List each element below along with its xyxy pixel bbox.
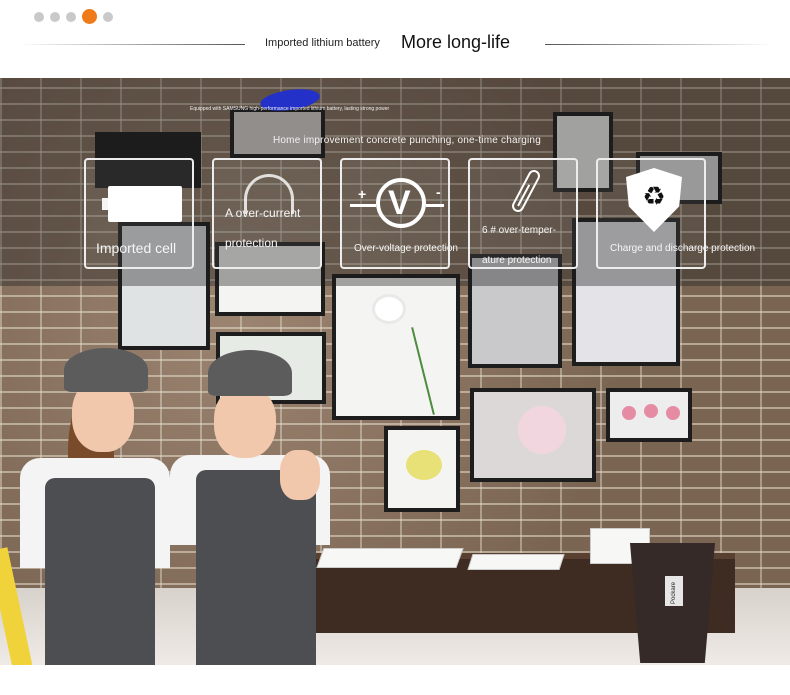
header-divider-left — [18, 44, 245, 45]
feature-label: Over-voltage protection — [354, 243, 458, 254]
feature-label: 6 # over-temper-ature protection — [482, 225, 556, 266]
header-divider-right — [545, 44, 773, 45]
pagination-dot-3[interactable] — [66, 11, 76, 22]
thermometer-icon — [509, 167, 543, 215]
battery-icon — [102, 186, 182, 222]
pagination-dot-1[interactable] — [34, 11, 44, 22]
pagination-dot-2[interactable] — [50, 11, 60, 22]
feature-card-charge-discharge: ♻ Charge and discharge protection — [596, 158, 755, 269]
feature-card-over-temperature: 6 # over-temper-ature protection — [468, 158, 578, 269]
pagination-dots — [34, 9, 113, 24]
feature-label: Charge and discharge protection — [610, 243, 756, 254]
bucket-label: Pockare — [665, 576, 683, 606]
recycle-shield-icon: ♻ — [626, 168, 682, 232]
section-title: More long-life — [401, 32, 511, 52]
pagination-dot-4-active[interactable] — [82, 9, 97, 24]
feature-label: Imported cell — [96, 240, 177, 256]
feature-card-imported-cell: Imported cell — [84, 158, 194, 269]
bucket-brand-text: Pockare — [671, 581, 677, 604]
picture-frame — [470, 388, 596, 482]
pagination-dot-5[interactable] — [103, 11, 113, 22]
worker-man — [160, 350, 420, 665]
product-banner-image: Equipped with SAMSUNG high-performance i… — [0, 78, 790, 665]
picture-frame — [606, 388, 692, 442]
section-subtitle: Imported lithium battery — [265, 37, 380, 49]
open-book — [467, 554, 565, 570]
feature-card-over-voltage: V + - Over-voltage protection — [340, 158, 458, 269]
small-tagline: Equipped with SAMSUNG high-performance i… — [190, 106, 390, 112]
feature-card-over-current: A over-current protection — [212, 158, 322, 269]
feature-label: A over-current protection — [225, 206, 301, 250]
thumbs-up-hand — [280, 450, 320, 500]
voltage-icon: V + - — [350, 174, 444, 232]
tagline: Home improvement concrete punching, one-… — [273, 135, 541, 146]
